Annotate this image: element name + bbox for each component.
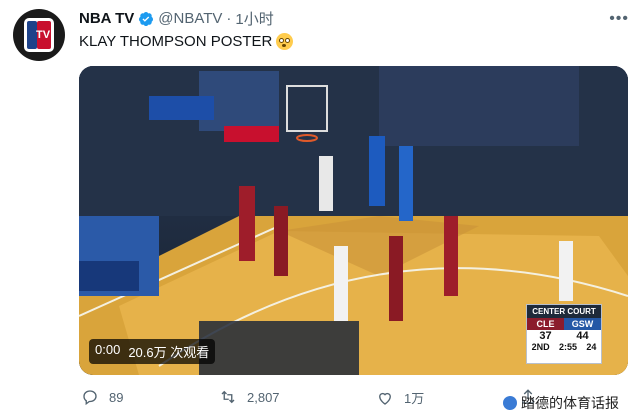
logo-text: TV [36,29,51,41]
heart-icon [379,392,391,405]
retweet-count: 2,807 [247,389,280,405]
more-options-icon[interactable]: ••• [609,10,629,28]
team-home: GSW [564,318,601,330]
retweet-button[interactable]: 2,807 [219,388,280,406]
reply-button[interactable]: 89 [81,388,123,406]
scoreboard-header: CENTER COURT [527,305,601,318]
like-count: 1万 [404,391,425,406]
video-stats-badge: 0:00 20.6万 次观看 [89,339,216,364]
score-home: 44 [576,330,589,342]
timestamp[interactable]: 1小时 [235,8,273,29]
score-away: 37 [539,330,552,342]
team-away: CLE [527,318,564,330]
verified-icon [139,11,154,26]
flushed-face-emoji-icon [276,33,294,50]
account-name[interactable]: NBA TV [79,10,134,27]
tweet-text: KLAY THOMPSON POSTER [79,33,273,50]
tweet-text-row: KLAY THOMPSON POSTER [79,33,294,50]
view-count: 20.6万 次观看 [128,345,210,360]
account-handle[interactable]: @NBATV [158,10,222,27]
video-player[interactable]: 0:00 20.6万 次观看 CENTER COURT CLE GSW 37 4… [79,66,628,375]
retweet-icon [221,390,235,404]
avatar[interactable]: TV [13,9,65,61]
separator: · [226,10,232,27]
tweet-header: NBA TV @NBATV · 1小时 [79,8,274,29]
scoreboard: CENTER COURT CLE GSW 37 44 2ND 2:55 24 [526,304,602,364]
reply-icon [83,390,97,406]
reply-count: 89 [109,389,124,405]
video-elapsed: 0:00 [95,342,121,357]
watermark: 踏德的体育话报 [503,393,619,413]
period: 2ND [531,342,550,352]
shot-clock: 24 [586,342,597,352]
game-clock: 2:55 [558,342,577,352]
nba-tv-logo: TV [24,18,54,52]
like-button[interactable]: 1万 [376,388,424,407]
watermark-text: 踏德的体育话报 [521,395,619,411]
watermark-logo-icon [503,396,517,410]
